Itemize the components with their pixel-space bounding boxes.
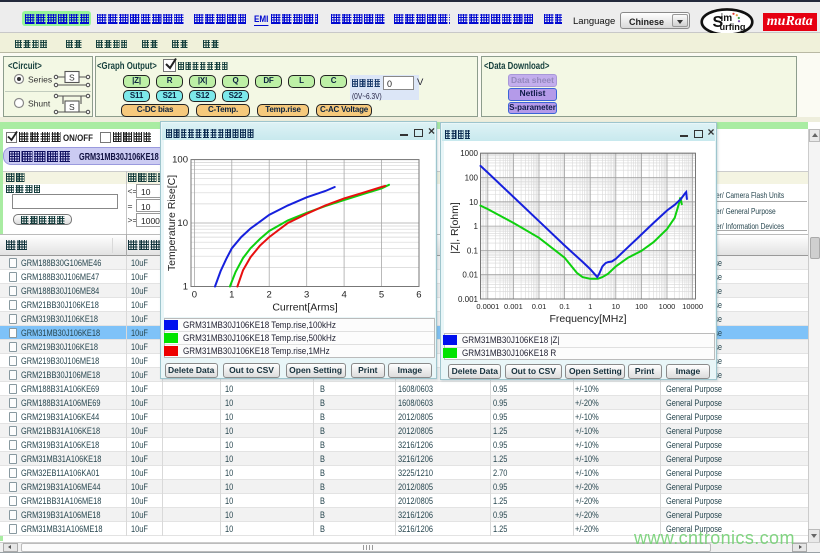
svg-text:4: 4 — [341, 290, 346, 301]
svg-text:0: 0 — [192, 290, 197, 301]
svg-text:1000: 1000 — [658, 302, 675, 311]
svg-text:10: 10 — [469, 198, 478, 207]
svg-text:0.01: 0.01 — [531, 302, 546, 311]
svg-text:0.1: 0.1 — [466, 246, 478, 255]
svg-text:1: 1 — [183, 282, 188, 293]
svg-text:1: 1 — [473, 222, 478, 231]
svg-text:Current[Arms]: Current[Arms] — [272, 302, 337, 314]
svg-text:2: 2 — [267, 290, 272, 301]
svg-text:1: 1 — [229, 290, 234, 301]
svg-text:6: 6 — [416, 290, 421, 301]
svg-text:S: S — [69, 73, 75, 83]
svg-text:10: 10 — [177, 218, 188, 229]
svg-text:Frequency[MHz]: Frequency[MHz] — [549, 313, 626, 325]
svg-text:Series: Series — [28, 75, 52, 85]
svg-text:0.001: 0.001 — [504, 302, 523, 311]
svg-text:10: 10 — [611, 302, 619, 311]
svg-text:0.0001: 0.0001 — [476, 302, 499, 311]
svg-text:0.1: 0.1 — [559, 302, 569, 311]
svg-text:100: 100 — [464, 174, 478, 183]
svg-text:100: 100 — [172, 155, 188, 166]
svg-text:3: 3 — [304, 290, 309, 301]
svg-text:Temperature Rise[C]: Temperature Rise[C] — [166, 175, 178, 271]
svg-text:5: 5 — [379, 290, 384, 301]
svg-text:0.01: 0.01 — [462, 271, 478, 280]
svg-text:|Z|, R[ohm]: |Z|, R[ohm] — [449, 202, 461, 254]
svg-text:urfing: urfing — [720, 22, 746, 32]
svg-text:100: 100 — [635, 302, 648, 311]
svg-text:10000: 10000 — [682, 302, 703, 311]
svg-text:Shunt: Shunt — [28, 99, 51, 109]
svg-text:1000: 1000 — [460, 149, 478, 158]
svg-text:1: 1 — [588, 302, 592, 311]
svg-text:S: S — [69, 102, 75, 112]
